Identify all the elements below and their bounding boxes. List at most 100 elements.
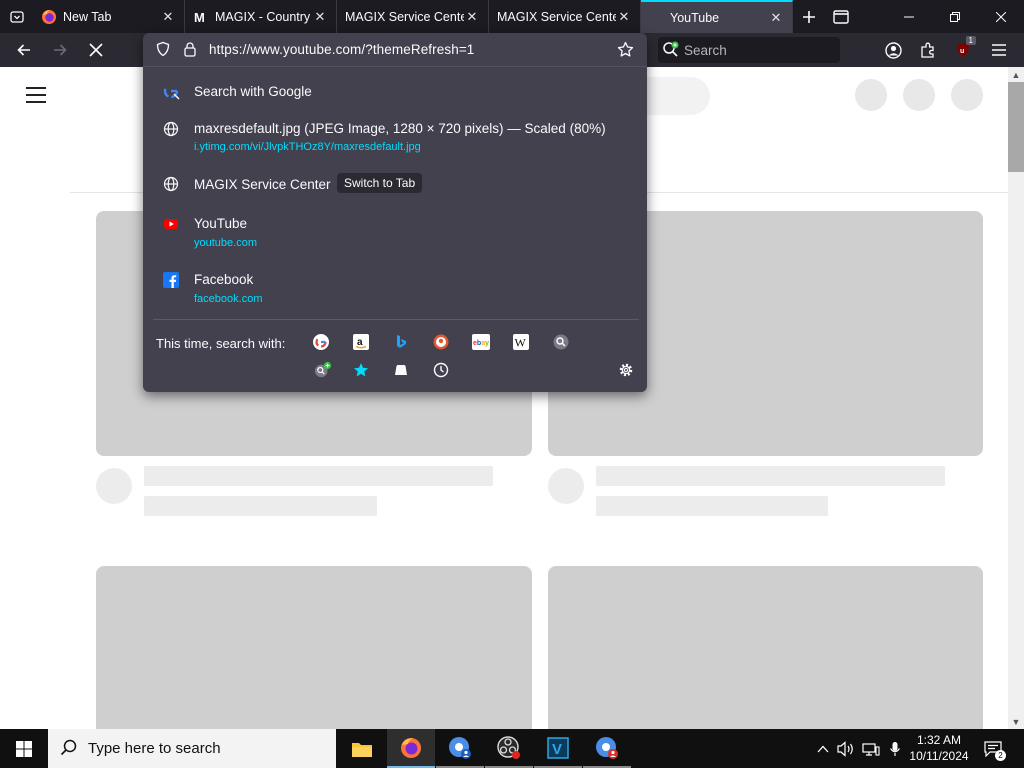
suggestion-image-result[interactable]: maxresdefault.jpg (JPEG Image, 1280 × 72… [143,115,647,161]
obs-app[interactable] [485,729,533,768]
tabs-search-button[interactable] [392,361,410,379]
browser-profile-icon [596,736,618,759]
minimize-icon [904,16,914,17]
folder-icon [352,742,372,757]
suggestion-youtube[interactable]: YouTube youtube.com [143,213,647,259]
list-all-tabs-button[interactable] [0,0,33,33]
close-tab-icon[interactable]: ✕ [768,10,784,26]
show-hidden-icons-button[interactable] [813,729,833,768]
svg-text:a: a [357,337,363,348]
suggestion-url: youtube.com [194,237,257,249]
one-off-separator [153,319,639,320]
close-tab-icon[interactable]: ✕ [312,9,328,25]
firefox-app[interactable] [387,729,435,768]
close-window-button[interactable] [978,0,1024,33]
microphone-icon [890,741,900,756]
scroll-up-arrow-icon[interactable]: ▲ [1008,67,1024,82]
one-off-label: This time, search with: [156,336,286,351]
wikipedia-icon: W [513,334,529,350]
scroll-down-arrow-icon[interactable]: ▼ [1008,714,1024,729]
forward-button[interactable] [43,33,77,67]
firefox-view-button[interactable] [825,0,857,33]
meta-skeleton [596,496,828,516]
account-icon [884,41,902,59]
taskbar-search-input[interactable]: Type here to search [48,729,336,768]
tab-title: MAGIX Service Center [345,9,464,24]
header-icon-skeleton [951,79,983,111]
tab-magix-service-center[interactable]: MAGIX Service Center ✕ [337,0,489,33]
extensions-button[interactable] [911,33,945,67]
windows-taskbar: Type here to search V 1:32 AM 10/11/2024… [0,729,1024,768]
bookmarks-search-button[interactable] [352,361,370,379]
tab-new-tab[interactable]: New Tab ✕ [33,0,185,33]
tab-magix-country[interactable]: M MAGIX - Country ✕ [185,0,337,33]
wikipedia-engine-button[interactable]: W [512,333,530,351]
ebay-engine-button[interactable]: ebay [472,333,490,351]
bing-engine-button[interactable] [392,333,410,351]
hamburger-menu-icon [992,44,1006,56]
microphone-button[interactable] [885,729,905,768]
clock-time: 1:32 AM [916,733,962,747]
clock-icon [433,362,449,378]
guide-menu-button[interactable] [26,87,46,103]
tab-magix-service-center-2[interactable]: MAGIX Service Center ✕ [489,0,641,33]
suggestion-magix-service-center[interactable]: MAGIX Service Center Switch to Tab [143,173,647,203]
close-tab-icon[interactable]: ✕ [464,9,480,25]
app-menu-button[interactable] [982,33,1016,67]
scrollbar-thumb[interactable] [1008,82,1024,172]
suggestion-facebook[interactable]: Facebook facebook.com [143,269,647,315]
lock-icon[interactable] [183,41,197,62]
search-engine-button[interactable] [552,333,570,351]
taskbar-clock[interactable]: 1:32 AM 10/11/2024 [905,732,973,764]
history-search-button[interactable] [432,361,450,379]
amazon-icon: a [353,334,369,350]
magnifier-engine-icon [553,334,569,350]
star-icon [354,363,368,377]
stop-button[interactable] [79,33,113,67]
arrow-left-icon [17,44,30,56]
new-tab-button[interactable] [793,0,825,33]
bookmark-star-icon[interactable] [617,41,634,63]
meta-skeleton [144,496,377,516]
search-icon [60,739,78,761]
network-button[interactable] [859,729,883,768]
duckduckgo-engine-button[interactable] [432,333,450,351]
tab-title: New Tab [63,9,112,24]
back-button[interactable] [7,33,41,67]
volume-button[interactable] [835,729,857,768]
svg-text:u: u [960,48,964,55]
file-explorer-app[interactable] [338,729,386,768]
switch-to-tab-badge[interactable]: Switch to Tab [337,173,423,193]
suggestion-title: Facebook [194,272,254,287]
url-input[interactable]: https://www.youtube.com/?themeRefresh=1 [143,33,647,66]
tab-title: MAGIX - Country [215,9,311,24]
video-thumbnail-skeleton [96,566,532,729]
add-search-engine-button[interactable] [314,361,332,379]
tab-list-icon [9,10,24,23]
suggestion-title: Search with Google [194,84,312,99]
restore-button[interactable] [932,0,978,33]
start-button[interactable] [0,729,48,768]
toolbar-search-input[interactable]: Search [658,37,840,63]
search-settings-button[interactable] [617,361,635,379]
google-engine-button[interactable] [312,333,330,351]
ublock-extension-button[interactable]: u 1 [946,33,980,67]
add-search-engine-icon [314,361,332,378]
tracking-protection-shield-icon[interactable] [155,41,171,62]
tab-youtube[interactable]: YouTube ✕ [641,0,793,33]
action-center-button[interactable]: 2 [980,729,1006,768]
amazon-engine-button[interactable]: a [352,333,370,351]
chrome-profile-app[interactable] [436,729,484,768]
minimize-button[interactable] [886,0,932,33]
vegas-app[interactable]: V [534,729,582,768]
suggestion-search-google[interactable]: Search with Google [143,73,647,109]
page-scrollbar[interactable]: ▲ ▼ [1008,67,1024,729]
close-tab-icon[interactable]: ✕ [616,9,632,25]
chrome-profile-app-2[interactable] [583,729,631,768]
account-button[interactable] [876,33,910,67]
tab-strip: New Tab ✕ M MAGIX - Country ✕ MAGIX Serv… [0,0,1024,33]
suggestion-url: i.ytimg.com/vi/JlvpkTHOz8Y/maxresdefault… [194,141,421,153]
google-g-icon [163,83,180,100]
restore-icon [950,11,960,22]
close-tab-icon[interactable]: ✕ [160,9,176,25]
